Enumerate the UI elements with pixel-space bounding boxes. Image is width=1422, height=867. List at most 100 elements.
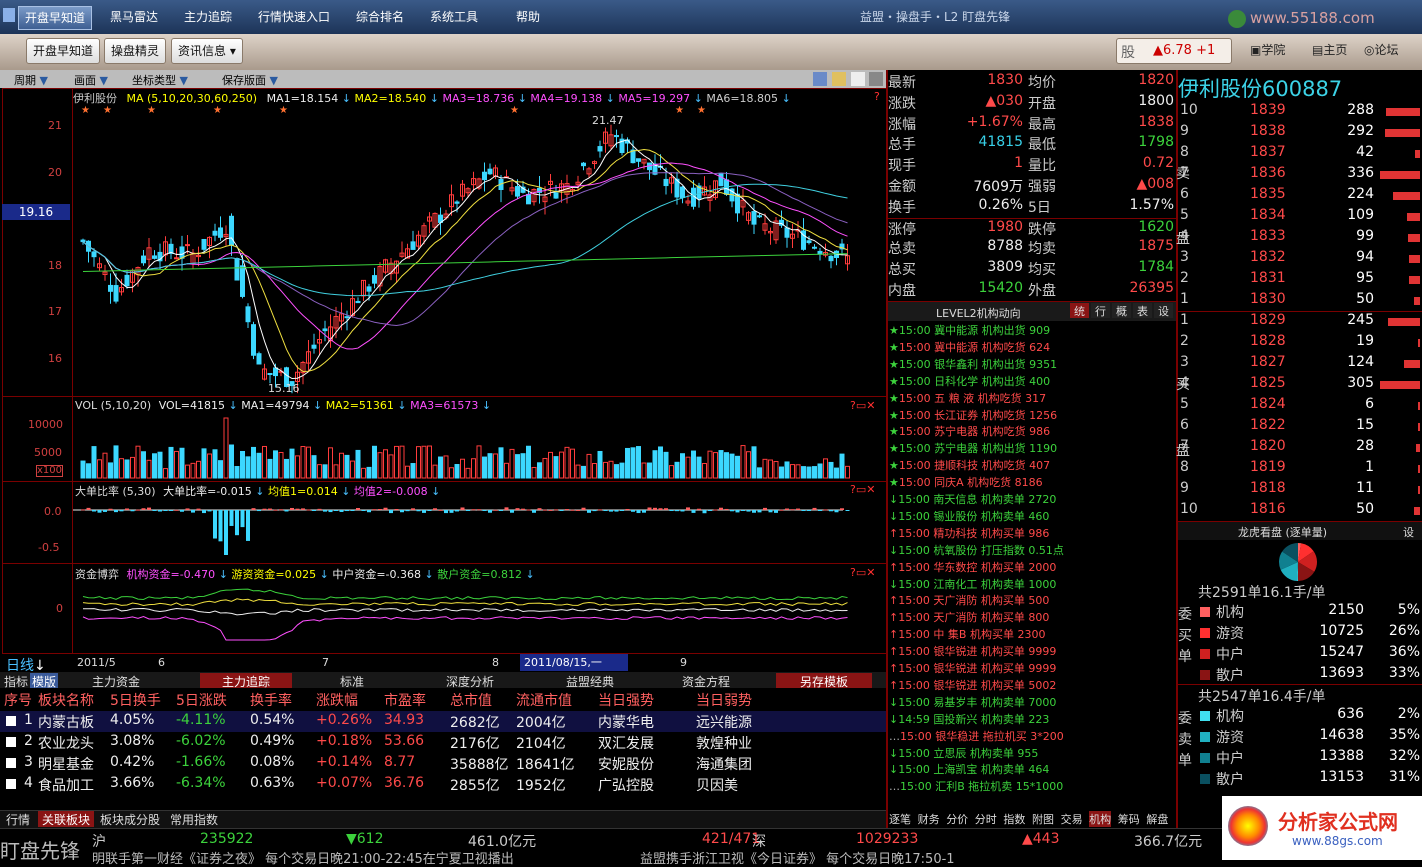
buy-level[interactable]: 7 1820 28 — [1178, 438, 1422, 459]
sector-col-header[interactable]: 市盈率 — [384, 690, 426, 710]
feed-row[interactable]: ★15:00 冀中能源 机构吃货 624 — [889, 339, 1179, 356]
event-star-icon[interactable]: ★ — [81, 105, 90, 116]
menu-item-zonghe[interactable]: 综合排名 — [350, 6, 410, 28]
menu-item-hangqing[interactable]: 行情快速入口 — [252, 6, 336, 28]
event-star-icon[interactable]: ★ — [279, 105, 288, 116]
candlestick-chart[interactable]: ★ ★ ★ ★ ★ ★ ★ ★ — [73, 104, 885, 396]
sell-level[interactable]: 8 1837 42 — [1178, 144, 1422, 165]
view-dropdown[interactable]: 画面 ▼ — [74, 72, 108, 88]
buy-level[interactable]: 4 1825 305 — [1178, 375, 1422, 396]
feed-row[interactable]: ↓15:00 杭氧股份 打压指数 0.51点 — [889, 542, 1179, 559]
feed-bottom-tab[interactable]: 逐笔 — [889, 811, 911, 827]
feed-tab[interactable]: 设 — [1154, 303, 1173, 318]
period-dropdown[interactable]: 周期 ▼ — [14, 72, 48, 88]
link-xueyuan[interactable]: ▣学院 — [1250, 41, 1285, 58]
menu-item-zhuli[interactable]: 主力追踪 — [178, 6, 238, 28]
buy-level[interactable]: 6 1822 15 — [1178, 417, 1422, 438]
feed-bottom-tab[interactable]: 财务 — [918, 811, 940, 827]
menu-item-kaipan[interactable]: 开盘早知道 — [18, 6, 93, 30]
menu-item-xitong[interactable]: 系统工具 — [424, 6, 484, 28]
row-checkbox[interactable] — [6, 737, 16, 747]
save-layout-dropdown[interactable]: 保存版面 ▼ — [222, 72, 278, 88]
feed-row[interactable]: ↓14:59 国投新兴 机构卖单 223 — [889, 711, 1179, 728]
tab-indicator[interactable]: 指标 — [4, 673, 28, 689]
tab-standard[interactable]: 标准 — [340, 673, 364, 689]
sector-row[interactable]: 2 农业龙头 3.08% -6.02% 0.49% +0.18% 53.66 2176亿 210… — [0, 732, 886, 753]
feed-row[interactable]: ↑15:00 天广消防 机构买单 500 — [889, 592, 1179, 609]
buy-level[interactable]: 2 1828 19 — [1178, 333, 1422, 354]
feed-bottom-tab[interactable]: 分时 — [975, 811, 997, 827]
feed-row[interactable]: ↑15:00 银华锐进 机构买单 5002 — [889, 677, 1179, 694]
buy-level[interactable]: 9 1818 11 — [1178, 480, 1422, 501]
sell-level[interactable]: 4 1833 99 — [1178, 228, 1422, 249]
caopan-button[interactable]: 操盘精灵 — [104, 38, 167, 64]
settings-icon[interactable] — [869, 72, 883, 86]
buy-level[interactable]: 1 1829 245 — [1178, 312, 1422, 333]
feed-row[interactable]: ↑15:00 精功科技 机构买单 986 — [889, 525, 1179, 542]
feed-bottom-tab[interactable]: 解盘 — [1146, 811, 1168, 827]
zijin-panel-controls[interactable]: ?▭✕ — [850, 566, 875, 579]
feed-row[interactable]: ★15:00 长江证券 机构吃货 1256 — [889, 407, 1179, 424]
tab-common-index[interactable]: 常用指数 — [170, 811, 218, 827]
sector-row[interactable]: 3 明星基金 0.42% -1.66% 0.08% +0.14% 8.77 35888亿 186… — [0, 753, 886, 774]
feed-bottom-tab[interactable]: 机构 — [1089, 811, 1112, 827]
feed-row[interactable]: ★15:00 同庆A 机构吃货 8186 — [889, 474, 1179, 491]
tab-zhuli-zhuizong[interactable]: 主力追踪 — [200, 673, 293, 689]
zixun-button[interactable]: 资讯信息 ▾ — [171, 38, 243, 64]
menu-item-help[interactable]: 帮助 — [510, 6, 546, 28]
sell-level[interactable]: 2 1831 95 — [1178, 270, 1422, 291]
feed-row[interactable]: ↑15:00 华东数控 机构买单 2000 — [889, 559, 1179, 576]
menu-item-heima[interactable]: 黑马雷达 — [104, 6, 164, 28]
feed-row[interactable]: ★15:00 苏宁电器 机构出货 1190 — [889, 440, 1179, 457]
buy-level[interactable]: 5 1824 6 — [1178, 396, 1422, 417]
panel-help-icon[interactable]: ? — [874, 90, 880, 103]
sector-col-header[interactable]: 5日换手 — [110, 690, 161, 710]
sector-col-header[interactable]: 当日强势 — [598, 690, 654, 710]
sector-col-header[interactable]: 当日弱势 — [696, 690, 752, 710]
sell-level[interactable]: 1 1830 50 — [1178, 291, 1422, 312]
feed-row[interactable]: …15:00 银华稳进 拖拉机买 3*200 — [889, 728, 1179, 745]
tab-template[interactable]: 模版 — [30, 673, 59, 689]
sector-col-header[interactable]: 流通市值 — [516, 690, 572, 710]
feed-bottom-tab[interactable]: 指数 — [1003, 811, 1025, 827]
sector-col-header[interactable]: 序号 — [4, 690, 32, 710]
sell-level[interactable]: 6 1835 224 — [1178, 186, 1422, 207]
fullscreen-icon[interactable] — [851, 72, 865, 86]
sector-col-header[interactable]: 换手率 — [250, 690, 292, 710]
event-star-icon[interactable]: ★ — [675, 105, 684, 116]
feed-row[interactable]: ↓15:00 江南化工 机构卖单 1000 — [889, 576, 1179, 593]
vol-panel-controls[interactable]: ?▭✕ — [850, 399, 875, 412]
feed-row[interactable]: ★15:00 冀中能源 机构出货 909 — [889, 322, 1179, 339]
feed-row[interactable]: ★15:00 日科化学 机构出货 400 — [889, 373, 1179, 390]
feed-tab[interactable]: 表 — [1133, 303, 1152, 318]
event-star-icon[interactable]: ★ — [697, 105, 706, 116]
row-checkbox[interactable] — [6, 779, 16, 789]
buy-level[interactable]: 3 1827 124 — [1178, 354, 1422, 375]
event-star-icon[interactable]: ★ — [213, 105, 222, 116]
crosshair-icon[interactable] — [813, 72, 827, 86]
feed-row[interactable]: ★15:00 苏宁电器 机构吃货 986 — [889, 423, 1179, 440]
cursor-icon[interactable] — [832, 72, 846, 86]
feed-row[interactable]: ↓15:00 锡业股份 机构卖单 460 — [889, 508, 1179, 525]
feed-tab[interactable]: 统 — [1070, 303, 1089, 318]
sector-row[interactable]: 1 内蒙古板 4.05% -4.11% 0.54% +0.26% 34.93 2682亿 200… — [0, 711, 886, 732]
tab-sector-stocks[interactable]: 板块成分股 — [100, 811, 160, 827]
tab-hangqing[interactable]: 行情 — [6, 811, 30, 827]
tab-classic[interactable]: 益盟经典 — [566, 673, 614, 689]
feed-row[interactable]: …15:00 汇利B 拖拉机卖 15*1000 — [889, 778, 1179, 795]
sector-col-header[interactable]: 板块名称 — [38, 690, 94, 710]
feed-bottom-tab[interactable]: 筹码 — [1118, 811, 1140, 827]
event-star-icon[interactable]: ★ — [103, 105, 112, 116]
feed-row[interactable]: ↓15:00 南天信息 机构卖单 2720 — [889, 491, 1179, 508]
feed-row[interactable]: ↓15:00 易基岁丰 机构卖单 7000 — [889, 694, 1179, 711]
sector-col-header[interactable]: 涨跌幅 — [316, 690, 358, 710]
feed-bottom-tab[interactable]: 附图 — [1032, 811, 1054, 827]
feed-tab[interactable]: 行 — [1091, 303, 1110, 318]
sector-row[interactable]: 4 食品加工 3.66% -6.34% 0.63% +0.07% 36.76 2855亿 195… — [0, 774, 886, 795]
row-checkbox[interactable] — [6, 758, 16, 768]
tab-zhuli-zijin[interactable]: 主力资金 — [92, 673, 140, 689]
sector-col-header[interactable]: 5日涨跌 — [176, 690, 227, 710]
sell-level[interactable]: 10 1839 288 — [1178, 102, 1422, 123]
sell-level[interactable]: 7 1836 336 — [1178, 165, 1422, 186]
row-checkbox[interactable] — [6, 716, 16, 726]
